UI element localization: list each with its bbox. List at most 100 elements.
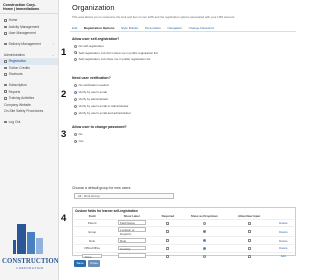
radio-button[interactable] [74,139,77,143]
step-number-3: 3 [61,129,67,140]
self-reg-option-public[interactable]: Self-registration, but show me in public… [74,57,150,61]
logout-icon [4,120,7,124]
dropdown-radio[interactable] [202,246,206,250]
step-number-1: 1 [61,47,67,58]
verify-option-admin[interactable]: Verify by administrator [74,97,108,101]
required-checkbox[interactable] [166,254,170,258]
label-input[interactable]: Field Name [117,220,146,225]
self-reg-option-hidden[interactable]: Self-registration, but don't show me in … [74,51,158,55]
tab-style-builder[interactable]: Style Builder [121,26,138,30]
table-cell: Role [110,236,153,245]
label-input[interactable] [117,253,146,258]
radio-button[interactable] [74,104,77,108]
sidebar-item-label: Shortcuts [8,72,23,77]
page-description: This area allows you to customize the lo… [72,15,235,19]
table-cell [225,243,273,253]
verify-option-email[interactable]: Verify by user's email [74,90,107,94]
allow-input-checkbox[interactable] [247,246,251,250]
delete-link[interactable]: Delete [279,239,287,243]
logo-text: CONSTRUCTION [2,258,59,265]
table-cell [153,226,183,237]
credits-icon [4,66,7,70]
radio-button[interactable] [74,97,77,101]
dropdown-radio[interactable] [202,239,206,243]
table-cell [182,226,226,237]
sidebar-item-shortcuts[interactable]: Shortcuts [0,71,58,78]
radio-button[interactable] [74,57,77,61]
table-cell [153,218,183,227]
dropdown-radio[interactable] [202,221,206,225]
option-label: Yes [78,139,84,143]
sidebar-item-activity-management[interactable]: Activity Management [0,24,58,31]
chevron-right-icon: › [53,42,54,47]
tab-change-password[interactable]: Change Password [189,26,214,30]
required-checkbox[interactable] [166,230,170,234]
sidebar-item-administration[interactable]: Administration ⌄ [0,51,58,58]
sidebar-item-log-out[interactable]: Log Out [0,119,58,126]
sidebar-item-delivery-management[interactable]: Delivery Management › [0,41,58,48]
tab-personalize[interactable]: Personalize [145,26,161,30]
field-name: Parent [74,218,111,227]
default-group-select[interactable]: All - Root Group [74,193,174,199]
change-password-option-yes[interactable]: Yes [74,139,84,143]
training-icon [4,96,7,100]
table-cell: Delete [272,226,294,237]
field-select[interactable]: None [82,253,103,258]
dropdown-radio[interactable] [202,230,206,234]
delete-link[interactable]: Delete [279,230,287,234]
required-checkbox[interactable] [166,221,170,225]
shortcut-icon [4,73,7,76]
table-cell: Add [272,251,294,260]
dropdown-radio[interactable] [202,254,206,258]
self-reg-option-none[interactable]: No self-registration [74,44,104,48]
sidebar-item-safety-procedures[interactable]: On-Site Safety Procedures [0,108,58,115]
delete-link[interactable]: Delete [279,246,287,250]
tab-navigation[interactable]: Navigation [168,26,183,30]
save-button[interactable]: Save [74,260,86,267]
close-button[interactable]: Close [88,260,100,267]
table-cell: Country [110,243,153,253]
radio-button[interactable] [74,132,77,136]
verify-option-email-and-admin[interactable]: Verify by user's email and administrator [74,111,131,115]
table-row: None Add [74,251,294,260]
label-input[interactable]: Country [117,245,146,251]
sidebar-item-registration[interactable]: Registration [0,57,58,65]
allow-input-checkbox[interactable] [247,230,251,234]
radio-button[interactable] [74,44,77,48]
allow-input-checkbox[interactable] [247,254,251,258]
label-input[interactable]: Location or Departm [117,227,146,236]
radio-button[interactable] [74,51,77,54]
sidebar-item-label: Reports [8,89,21,94]
add-link[interactable]: Add [281,254,286,258]
sidebar-item-label: Subscription [8,83,27,88]
required-checkbox[interactable] [166,239,170,243]
sidebar-item-tuition-credits[interactable]: Tuition Credits [0,65,58,72]
sidebar-item-user-management[interactable]: User Management [0,30,58,37]
allow-input-checkbox[interactable] [247,239,251,243]
label-input[interactable]: Role [117,238,146,243]
table-cell [182,243,226,253]
reports-icon [4,90,7,93]
table-cell: Delete [272,243,294,253]
delete-link[interactable]: Delete [279,221,287,225]
table-cell [153,243,183,253]
table-cell [225,218,273,227]
verify-option-none[interactable]: No verification needed. [74,83,109,87]
verify-option-email-or-admin[interactable]: Verify by user's email or administrator [74,104,129,108]
radio-button[interactable] [74,83,77,87]
radio-button[interactable] [74,111,77,115]
sidebar-item-company-website[interactable]: Company Website [0,102,58,109]
sidebar-item-label: Administration [4,52,25,57]
allow-input-checkbox[interactable] [247,221,251,225]
tab-edit[interactable]: Edit [72,26,77,30]
change-password-option-no[interactable]: No [74,132,82,136]
sidebar-item-reports[interactable]: Reports [0,88,58,95]
sidebar-item-subscription[interactable]: Subscription [0,82,58,89]
required-checkbox[interactable] [166,246,170,250]
radio-button[interactable] [74,90,77,94]
option-label: Verify by administrator [78,97,109,101]
sidebar-item-home[interactable]: Home [0,17,58,24]
sidebar-item-training-activities[interactable]: Training Activities [0,95,58,102]
tab-registration-options[interactable]: Registration Options [84,26,115,30]
option-label: Self-registration, but don't show me in … [78,50,158,55]
